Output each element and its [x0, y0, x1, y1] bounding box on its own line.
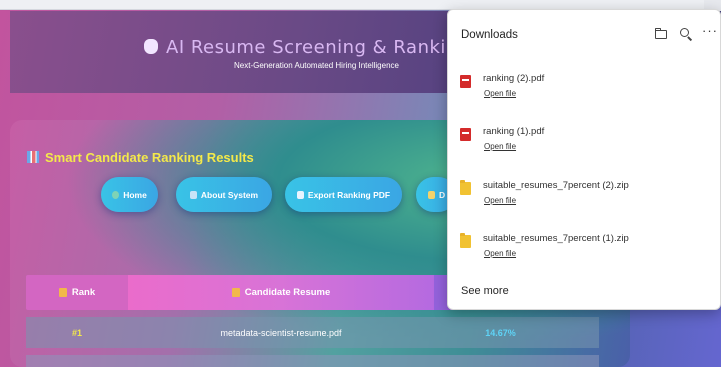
app-subtitle: Next-Generation Automated Hiring Intelli… [234, 61, 399, 70]
download-filename: suitable_resumes_7percent (2).zip [483, 180, 629, 191]
download-item[interactable]: ranking (1).pdf Open file [448, 124, 721, 170]
search-icon[interactable] [678, 26, 694, 42]
folder-icon [231, 288, 240, 297]
score-cell: 14.67% [485, 327, 516, 338]
home-icon [112, 190, 120, 199]
open-file-link[interactable]: Open file [484, 89, 516, 98]
open-folder-icon[interactable] [653, 26, 669, 42]
app-title: AI Resume Screening & Ranking E [144, 37, 464, 58]
bar-chart-icon [27, 151, 39, 163]
about-button-label: About System [200, 189, 259, 200]
open-file-link[interactable]: Open file [484, 142, 516, 151]
download-icon [428, 190, 435, 199]
home-button-label: Home [123, 189, 147, 200]
download-filename: ranking (2).pdf [483, 73, 545, 84]
export-button-label: Export Ranking PDF [307, 189, 391, 200]
zip-folder-icon [460, 180, 471, 195]
download-filename: ranking (1).pdf [483, 126, 545, 137]
open-file-link[interactable]: Open file [484, 196, 516, 205]
rank-cell: #1 [71, 327, 82, 338]
info-icon [189, 190, 197, 199]
downloads-panel: Downloads ··· ranking (2).pdf Open file … [447, 9, 721, 310]
app-title-text: AI Resume Screening & Ranking E [166, 37, 464, 58]
download-filename: suitable_resumes_7percent (1).zip [483, 233, 629, 244]
table-row: #1 metadata-scientist-resume.pdf 14.67% [26, 317, 599, 348]
rank-header-label: Rank [71, 287, 96, 298]
resume-cell: metadata-scientist-resume.pdf [220, 327, 342, 338]
results-title-text: Smart Candidate Ranking Results [45, 150, 254, 165]
table-row [26, 355, 599, 367]
about-system-button[interactable]: About System [176, 177, 272, 212]
download-item[interactable]: suitable_resumes_7percent (2).zip Open f… [448, 178, 721, 224]
download-item[interactable]: suitable_resumes_7percent (1).zip Open f… [448, 231, 721, 277]
pdf-file-icon [460, 75, 471, 88]
trophy-icon [58, 288, 67, 297]
see-more-link[interactable]: See more [461, 285, 509, 297]
results-title: Smart Candidate Ranking Results [27, 150, 254, 165]
open-file-link[interactable]: Open file [484, 249, 516, 258]
export-ranking-pdf-button[interactable]: Export Ranking PDF [285, 177, 402, 212]
app-page: AI Resume Screening & Ranking E Next-Gen… [0, 0, 721, 367]
resume-header-label: Candidate Resume [244, 287, 331, 298]
app-title-block: AI Resume Screening & Ranking E Next-Gen… [144, 37, 464, 77]
download-item[interactable]: ranking (2).pdf Open file [448, 71, 721, 117]
download-button-label: D [439, 189, 446, 200]
column-header-rank: Rank [26, 275, 128, 310]
robot-icon [144, 39, 158, 54]
document-icon [296, 190, 304, 199]
downloads-title: Downloads [461, 29, 518, 41]
home-button[interactable]: Home [101, 177, 158, 212]
more-options-icon[interactable]: ··· [702, 24, 718, 42]
pdf-file-icon [460, 128, 471, 141]
column-header-resume: Candidate Resume [128, 275, 434, 310]
zip-folder-icon [460, 233, 471, 248]
